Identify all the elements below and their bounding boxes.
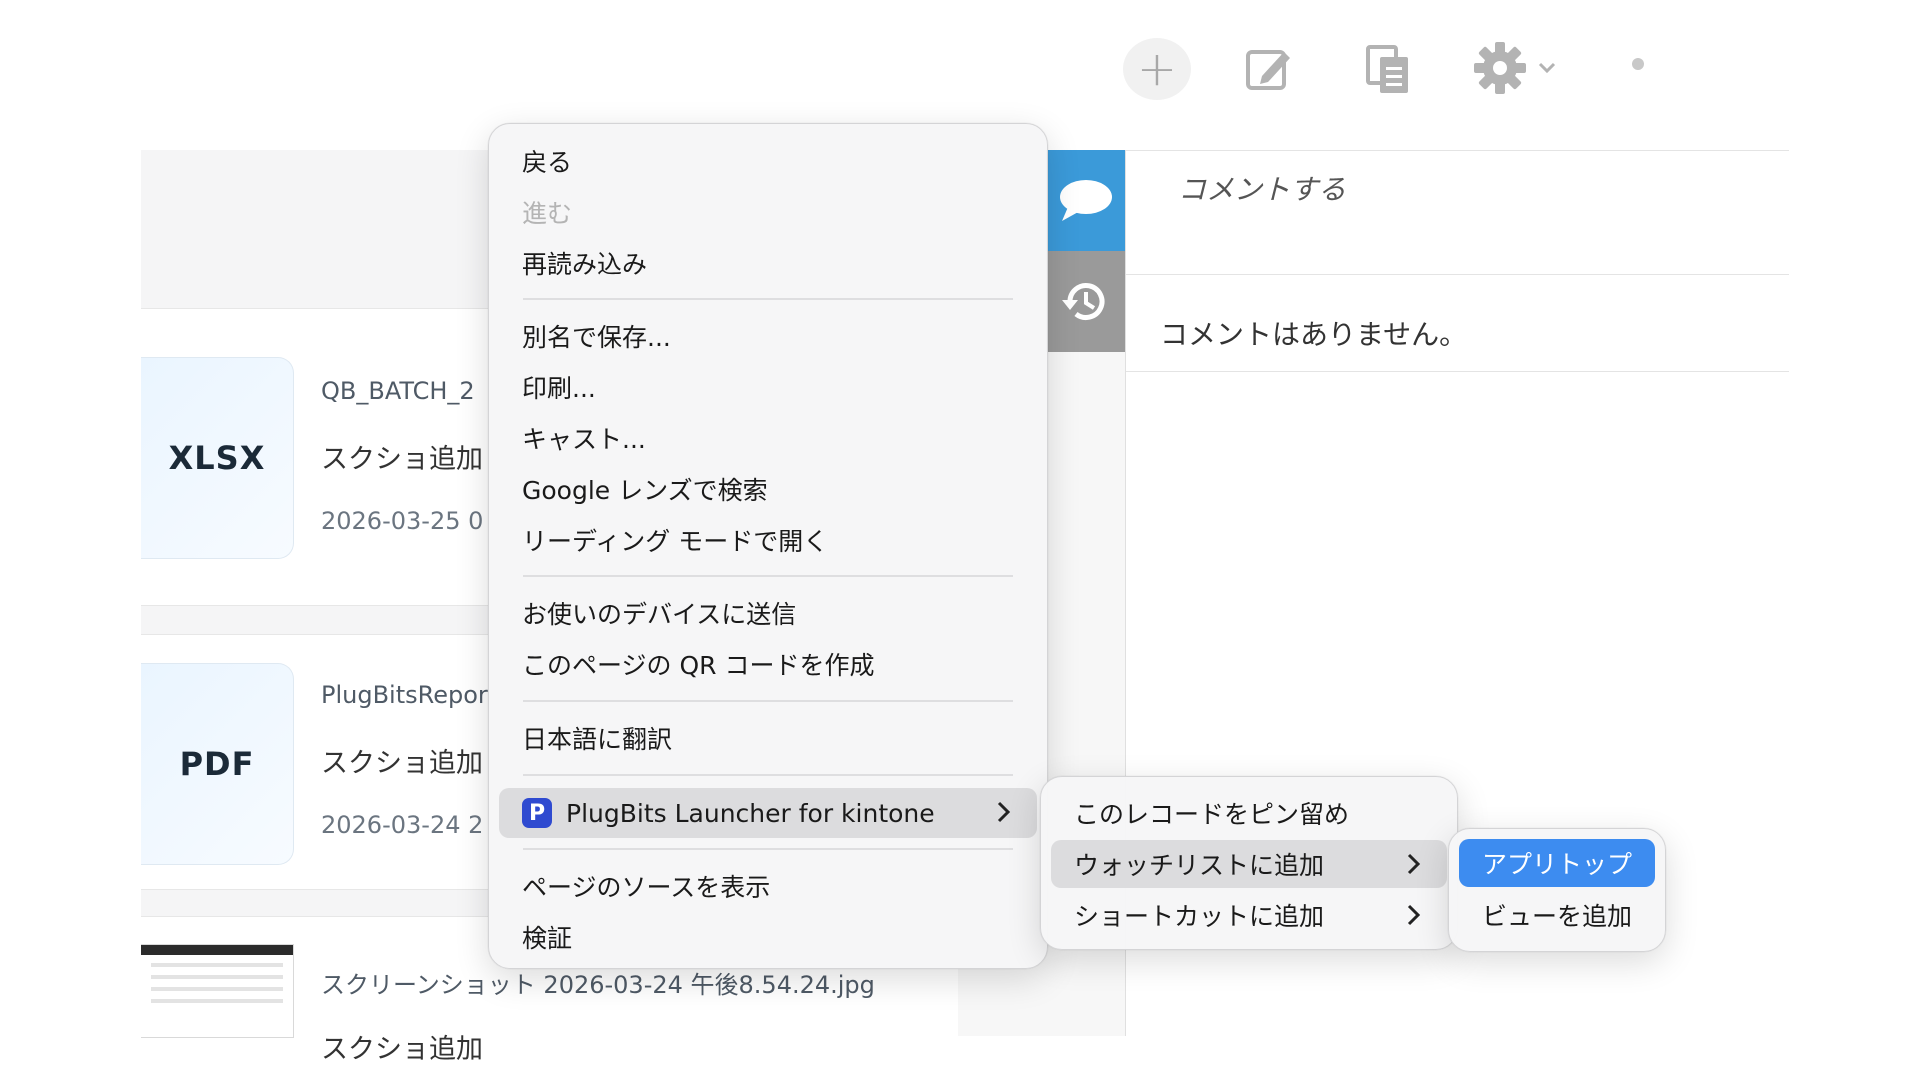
menu-item-label: ショートカットに追加 <box>1074 902 1325 931</box>
empty-comments-text: コメントはありません。 <box>1160 318 1468 351</box>
comment-input[interactable]: コメントする <box>1178 168 1346 208</box>
plugbits-logo-icon: P <box>522 798 552 828</box>
file-date: 2026-03-24 2 <box>321 811 484 839</box>
file-type-thumb: PDF <box>141 663 294 865</box>
file-name[interactable]: スクリーンショット 2026-03-24 午後8.54.24.jpg <box>321 965 875 1000</box>
chevron-down-icon <box>1538 62 1556 74</box>
file-note: スクショ追加 <box>321 1034 483 1065</box>
menu-item-plugbits[interactable]: P PlugBits Launcher for kintone <box>499 788 1037 838</box>
menu-item-add-watchlist[interactable]: ウォッチリストに追加 <box>1051 840 1447 888</box>
menu-item-reading-mode[interactable]: リーディング モードで開く <box>499 516 1037 564</box>
menu-item-app-top[interactable]: アプリトップ <box>1459 839 1655 887</box>
menu-item-send-to-device[interactable]: お使いのデバイスに送信 <box>499 589 1037 637</box>
menu-item-print[interactable]: 印刷... <box>499 363 1037 411</box>
menu-item-pin-record[interactable]: このレコードをピン留め <box>1051 789 1447 837</box>
menu-item-label: PlugBits Launcher for kintone <box>566 798 935 828</box>
menu-item-add-view[interactable]: ビューを追加 <box>1459 891 1655 939</box>
divider <box>1126 274 1789 275</box>
file-name[interactable]: QB_BATCH_2 <box>321 377 475 405</box>
chevron-right-icon <box>1407 853 1421 875</box>
history-tab[interactable] <box>1046 251 1126 352</box>
menu-item-google-lens[interactable]: Google レンズで検索 <box>499 465 1037 513</box>
edit-icon[interactable] <box>1242 42 1296 96</box>
menu-item-forward[interactable]: 進む <box>499 188 1037 236</box>
chevron-right-icon <box>997 801 1011 823</box>
chevron-right-icon <box>1407 904 1421 926</box>
add-icon[interactable]: + <box>1123 38 1191 100</box>
watchlist-submenu: アプリトップ ビューを追加 <box>1448 828 1666 952</box>
file-note: スクショ追加 <box>321 748 483 779</box>
menu-separator <box>523 774 1013 776</box>
speech-bubble-icon <box>1060 179 1112 221</box>
menu-item-cast[interactable]: キャスト... <box>499 414 1037 462</box>
copy-icon[interactable] <box>1362 42 1414 96</box>
file-name[interactable]: PlugBitsRepor <box>321 681 488 709</box>
divider <box>1126 371 1789 372</box>
menu-separator <box>523 700 1013 702</box>
file-note: スクショ追加 <box>321 444 483 475</box>
file-date: 2026-03-25 0 <box>321 507 484 535</box>
menu-item-reload[interactable]: 再読み込み <box>499 239 1037 287</box>
more-dot-icon[interactable] <box>1632 58 1644 70</box>
menu-item-inspect[interactable]: 検証 <box>499 913 1037 961</box>
settings-dropdown[interactable] <box>1470 38 1560 98</box>
plugbits-submenu: このレコードをピン留め ウォッチリストに追加 ショートカットに追加 <box>1040 776 1458 950</box>
menu-item-back[interactable]: 戻る <box>499 137 1037 185</box>
history-icon <box>1062 282 1105 320</box>
screenshot-thumb <box>141 944 294 1038</box>
menu-item-save-as[interactable]: 別名で保存... <box>499 312 1037 360</box>
menu-item-qr-code[interactable]: このページの QR コードを作成 <box>499 640 1037 688</box>
menu-item-translate[interactable]: 日本語に翻訳 <box>499 714 1037 762</box>
menu-item-view-source[interactable]: ページのソースを表示 <box>499 862 1037 910</box>
gear-icon <box>1474 42 1526 94</box>
menu-item-label: ウォッチリストに追加 <box>1074 851 1325 880</box>
comment-tab[interactable] <box>1046 150 1126 251</box>
context-menu: 戻る 進む 再読み込み 別名で保存... 印刷... キャスト... Googl… <box>488 123 1048 969</box>
menu-item-add-shortcut[interactable]: ショートカットに追加 <box>1051 891 1447 939</box>
file-type-thumb: XLSX <box>141 357 294 559</box>
menu-separator <box>523 848 1013 850</box>
menu-separator <box>523 298 1013 300</box>
menu-separator <box>523 575 1013 577</box>
